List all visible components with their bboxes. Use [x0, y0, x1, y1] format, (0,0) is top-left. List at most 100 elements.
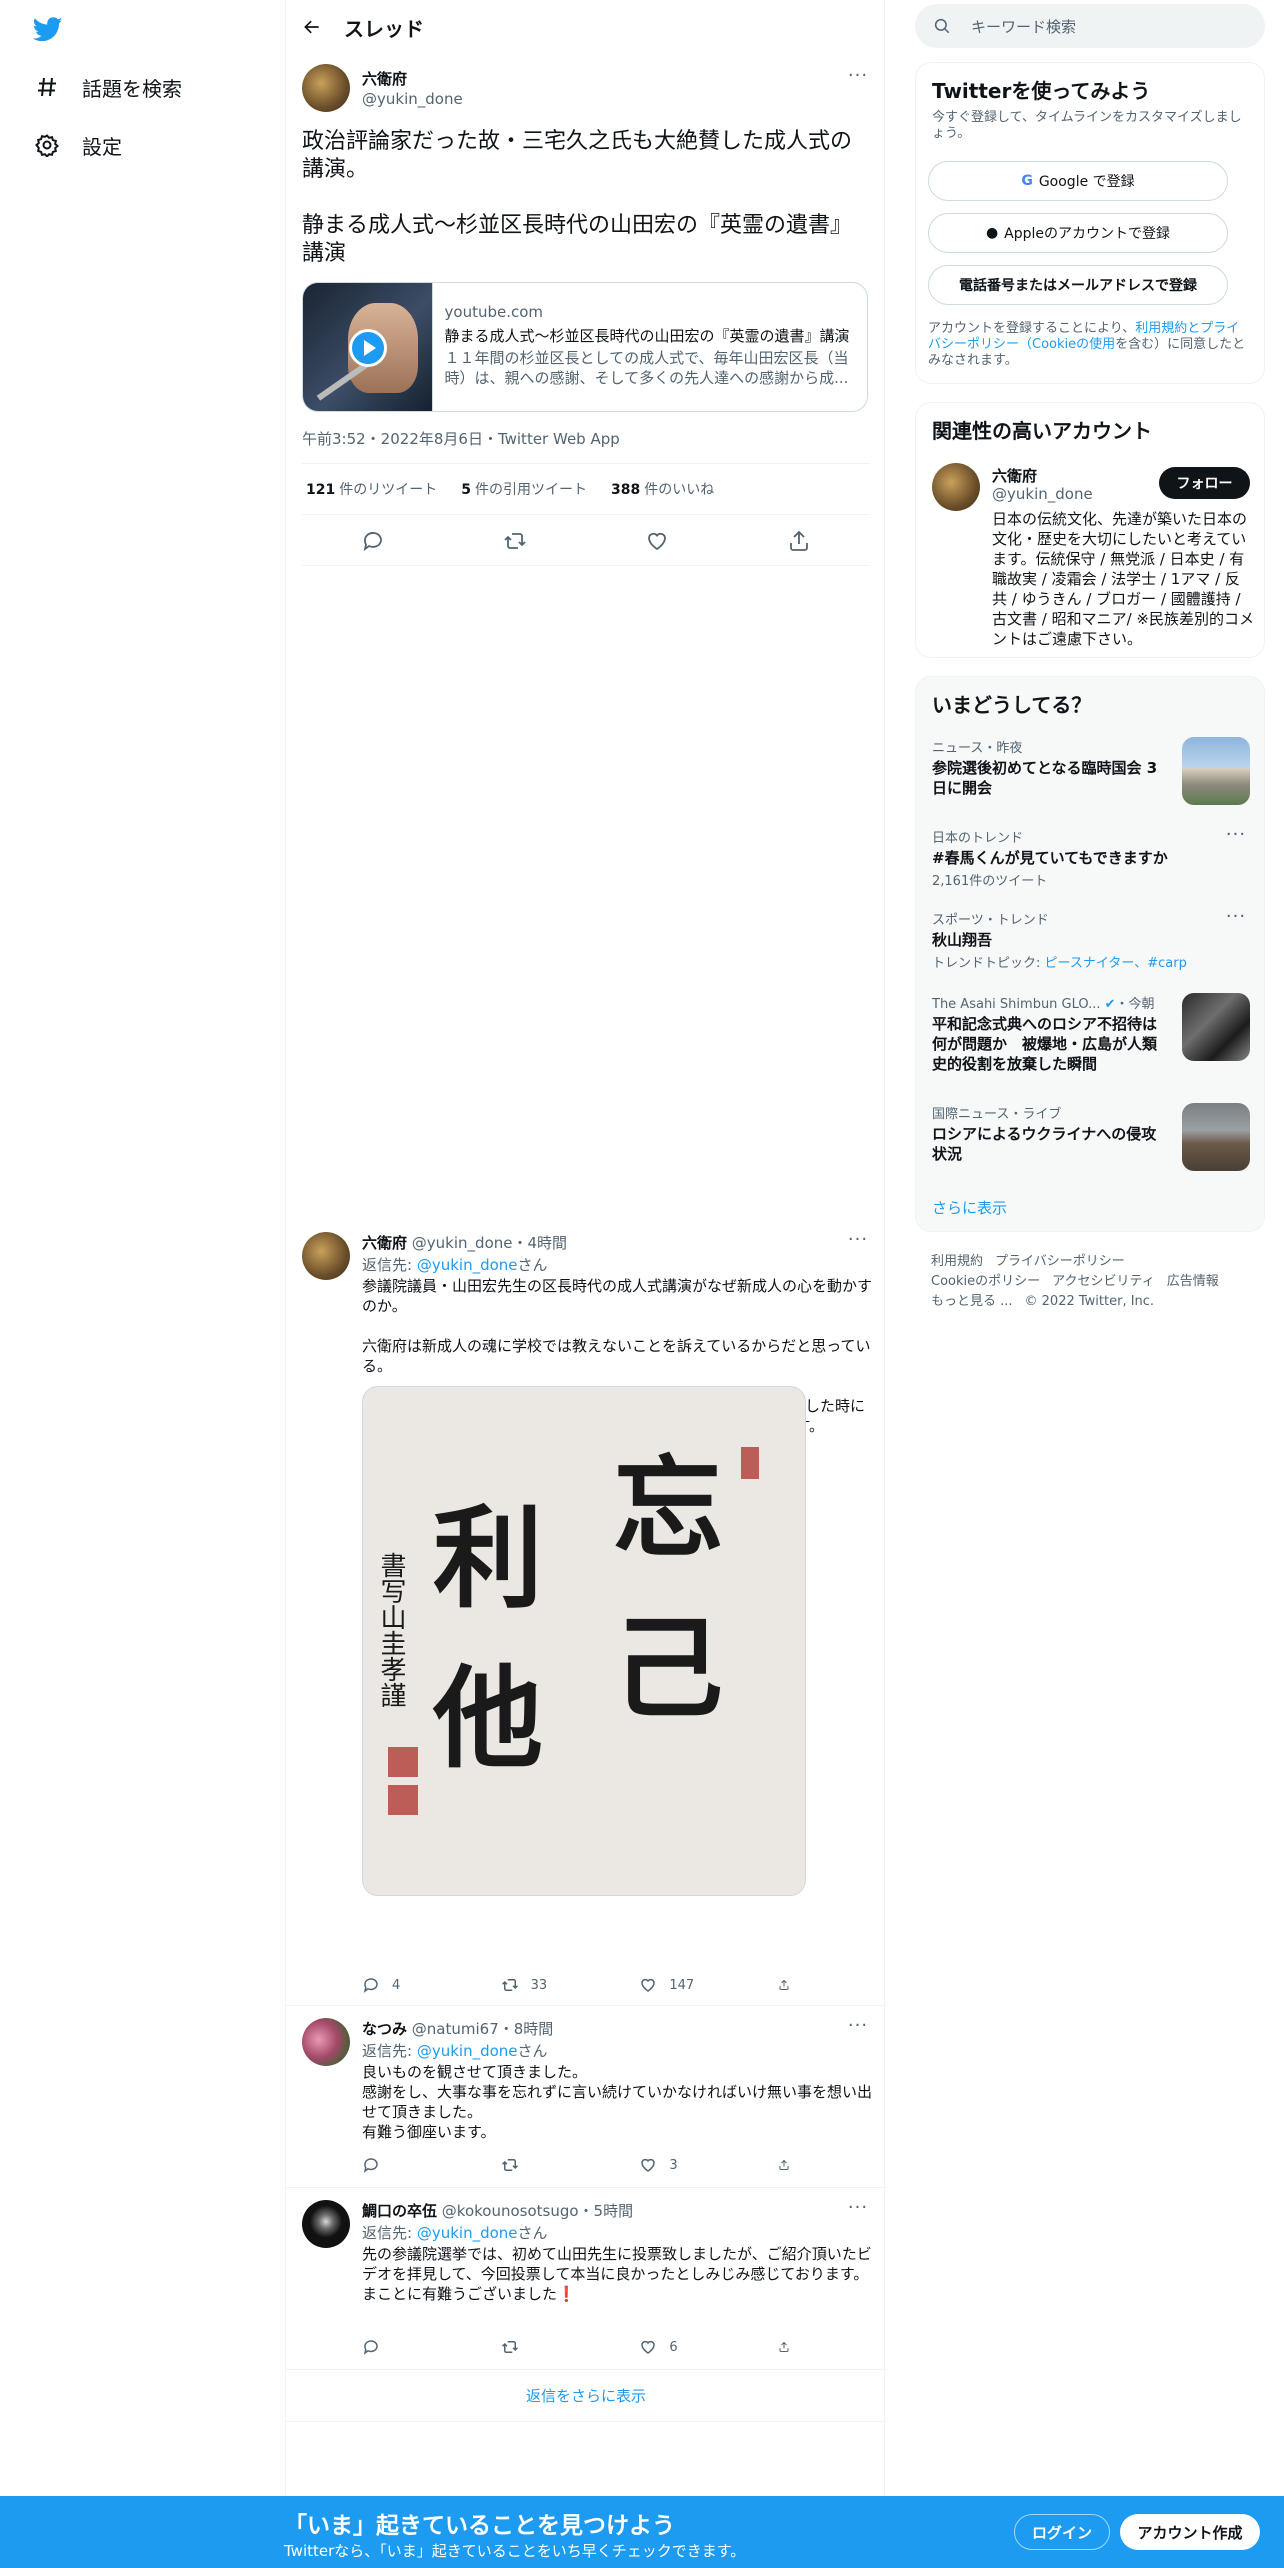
- card-description: １１年間の杉並区長としての成人式で、毎年山田宏区長（当時）は、親への感謝、そして…: [444, 349, 849, 387]
- retweet-button[interactable]: 33: [501, 1976, 591, 1994]
- more-options-icon[interactable]: ···: [1222, 826, 1250, 849]
- trend-item[interactable]: 国際ニュース・ライブ ロシアによるウクライナへの侵攻状況: [932, 1103, 1250, 1173]
- reply-button[interactable]: 4: [362, 1976, 452, 1994]
- calligraphy-image[interactable]: 忘 己 利 他 書写山圭孝謹: [362, 1386, 806, 1896]
- search-placeholder: キーワード検索: [971, 17, 1077, 36]
- author-name[interactable]: なつみ: [362, 2020, 407, 2038]
- google-icon: G: [1021, 173, 1033, 189]
- reply-tweet[interactable]: なつみ @natumi67・8時間 ··· 返信先: @yukin_doneさん…: [286, 2006, 886, 2188]
- tweet-actions: [302, 516, 870, 566]
- reply-to: 返信先: @yukin_doneさん: [362, 2224, 548, 2242]
- like-icon[interactable]: [645, 529, 669, 553]
- page-title: スレッド: [344, 16, 424, 41]
- author-handle[interactable]: @natumi67: [412, 2020, 499, 2038]
- reply-tweet[interactable]: 鯛口の卒伍 @kokounosotsugo・5時間 ··· 返信先: @yuki…: [286, 2188, 886, 2370]
- avatar[interactable]: [302, 2200, 350, 2248]
- terms-text: アカウントを登録することにより、利用規約とプライバシーポリシー（Cookieの使…: [928, 321, 1246, 368]
- related-name[interactable]: 六衛府: [992, 465, 1037, 486]
- tweet-stats: 121 件のリツイート 5 件の引用ツイート 388 件のいいね: [302, 463, 870, 515]
- follow-button[interactable]: フォロー: [1159, 467, 1250, 499]
- trend-item[interactable]: 日本のトレンド #春馬くんが見ていてもできますか 2,161件のツイート ···: [932, 826, 1250, 890]
- play-icon[interactable]: [349, 329, 387, 367]
- share-icon[interactable]: [787, 529, 811, 553]
- retweet-icon[interactable]: [503, 529, 527, 553]
- reply-tweet[interactable]: 六衛府 @yukin_done・4時間 ··· 返信先: @yukin_done…: [286, 1220, 886, 2006]
- avatar[interactable]: [932, 463, 980, 511]
- bottom-bar-subtitle: Twitterなら、「いま」起きていることをいち早くチェックできます。: [284, 2542, 746, 2560]
- footer-link[interactable]: もっと見る ...: [931, 1294, 1013, 1309]
- reply-to-handle[interactable]: @yukin_done: [417, 2224, 518, 2242]
- retweet-icon: [501, 1979, 518, 1991]
- tweet-timestamp[interactable]: 午前3:52・2022年8月6日・Twitter Web App: [302, 428, 620, 449]
- nav-explore[interactable]: 話題を検索: [34, 67, 182, 107]
- trend-item[interactable]: The Asahi Shimbun GLO... ✔・今朝 平和記念式典へのロシ…: [932, 993, 1250, 1083]
- share-button[interactable]: [778, 2156, 802, 2174]
- tweet-text: 先の参議院選挙では、初めて山田先生に投票致しましたが、ご紹介頂いたビデオを拝見し…: [362, 2245, 872, 2303]
- trend-image: [1182, 1103, 1250, 1171]
- like-button[interactable]: 6: [639, 2338, 729, 2356]
- author-handle[interactable]: @yukin_done: [412, 1234, 513, 1252]
- share-button[interactable]: [778, 2338, 802, 2356]
- reply-button[interactable]: [362, 2156, 452, 2174]
- quote-count[interactable]: 5 件の引用ツイート: [461, 479, 587, 499]
- google-signup-button[interactable]: G Google で登録: [928, 161, 1228, 201]
- back-arrow-icon[interactable]: [294, 9, 330, 45]
- footer-link[interactable]: 広告情報: [1167, 1274, 1219, 1289]
- trend-item[interactable]: ニュース・昨夜 参院選後初めてとなる臨時国会 3日に開会: [932, 737, 1250, 807]
- copyright: © 2022 Twitter, Inc.: [1024, 1294, 1155, 1309]
- retweet-icon: [501, 2341, 518, 2353]
- link-card[interactable]: youtube.com 静まる成人式～杉並区長時代の山田宏の『英霊の遺書』講演 …: [302, 282, 868, 412]
- nav-settings[interactable]: 設定: [34, 125, 122, 165]
- tweet-text: 良いものを観させて頂きました。 感謝をし、大事な事を忘れずに言い続けていかなけれ…: [362, 2063, 873, 2141]
- svg-text:忘: 忘: [613, 1444, 723, 1573]
- related-handle[interactable]: @yukin_done: [992, 485, 1093, 503]
- more-options-icon[interactable]: ···: [844, 2017, 872, 2040]
- reply-icon[interactable]: [361, 529, 385, 553]
- more-options-icon[interactable]: ···: [844, 67, 872, 90]
- tweet-time[interactable]: ・5時間: [579, 2202, 634, 2220]
- like-button[interactable]: 147: [639, 1976, 729, 1994]
- more-options-icon[interactable]: ···: [1222, 908, 1250, 931]
- retweet-button[interactable]: [501, 2338, 591, 2356]
- author-handle[interactable]: @kokounosotsugo: [442, 2202, 579, 2220]
- hashtag-icon: [34, 74, 60, 100]
- like-count[interactable]: 388 件のいいね: [611, 479, 714, 499]
- retweet-icon: [501, 2159, 518, 2171]
- avatar[interactable]: [302, 2018, 350, 2066]
- login-button[interactable]: ログイン: [1014, 2514, 1110, 2550]
- signup-subtitle: 今すぐ登録して、タイムラインをカスタマイズしましょう。: [932, 110, 1242, 141]
- footer-link[interactable]: アクセシビリティ: [1052, 1274, 1155, 1289]
- reply-to-handle[interactable]: @yukin_done: [417, 1256, 518, 1274]
- more-options-icon[interactable]: ···: [844, 2199, 872, 2222]
- author-name[interactable]: 六衛府: [362, 1234, 407, 1252]
- search-input[interactable]: キーワード検索: [915, 4, 1265, 48]
- show-more-replies-link[interactable]: 返信をさらに表示: [286, 2370, 886, 2422]
- trend-item[interactable]: スポーツ・トレンド 秋山翔吾 トレンドトピック: ピースナイター、#carp ·…: [932, 908, 1250, 972]
- trends-title: いまどうしてる？: [932, 693, 1092, 717]
- tweet-time[interactable]: ・8時間: [499, 2020, 554, 2038]
- retweet-button[interactable]: [501, 2156, 591, 2174]
- avatar[interactable]: [302, 64, 350, 112]
- trend-image: [1182, 993, 1250, 1061]
- reply-icon: [363, 2340, 378, 2355]
- footer-link[interactable]: Cookieのポリシー: [931, 1274, 1040, 1289]
- apple-signup-button[interactable]: ● Appleのアカウントで登録: [928, 213, 1228, 253]
- show-more-link[interactable]: さらに表示: [932, 1197, 1007, 1218]
- signup-button[interactable]: アカウント作成: [1120, 2514, 1260, 2550]
- more-options-icon[interactable]: ···: [844, 1231, 872, 1254]
- tweet-time[interactable]: ・4時間: [512, 1234, 567, 1252]
- author-name[interactable]: 鯛口の卒伍: [362, 2202, 437, 2220]
- footer-link[interactable]: 利用規約: [931, 1254, 983, 1269]
- avatar[interactable]: [302, 1232, 350, 1280]
- twitter-logo-icon[interactable]: [30, 14, 66, 44]
- share-button[interactable]: [778, 1976, 802, 1994]
- footer-link[interactable]: プライバシーポリシー: [995, 1254, 1125, 1269]
- phone-email-signup-button[interactable]: 電話番号またはメールアドレスで登録: [928, 265, 1228, 305]
- svg-text:己: 己: [613, 1604, 723, 1733]
- reply-button[interactable]: [362, 2338, 452, 2356]
- retweet-count[interactable]: 121 件のリツイート: [306, 479, 437, 499]
- reply-to-handle[interactable]: @yukin_done: [417, 2042, 518, 2060]
- author-handle[interactable]: @yukin_done: [362, 90, 463, 108]
- author-name[interactable]: 六衛府: [362, 68, 407, 89]
- like-button[interactable]: 3: [639, 2156, 729, 2174]
